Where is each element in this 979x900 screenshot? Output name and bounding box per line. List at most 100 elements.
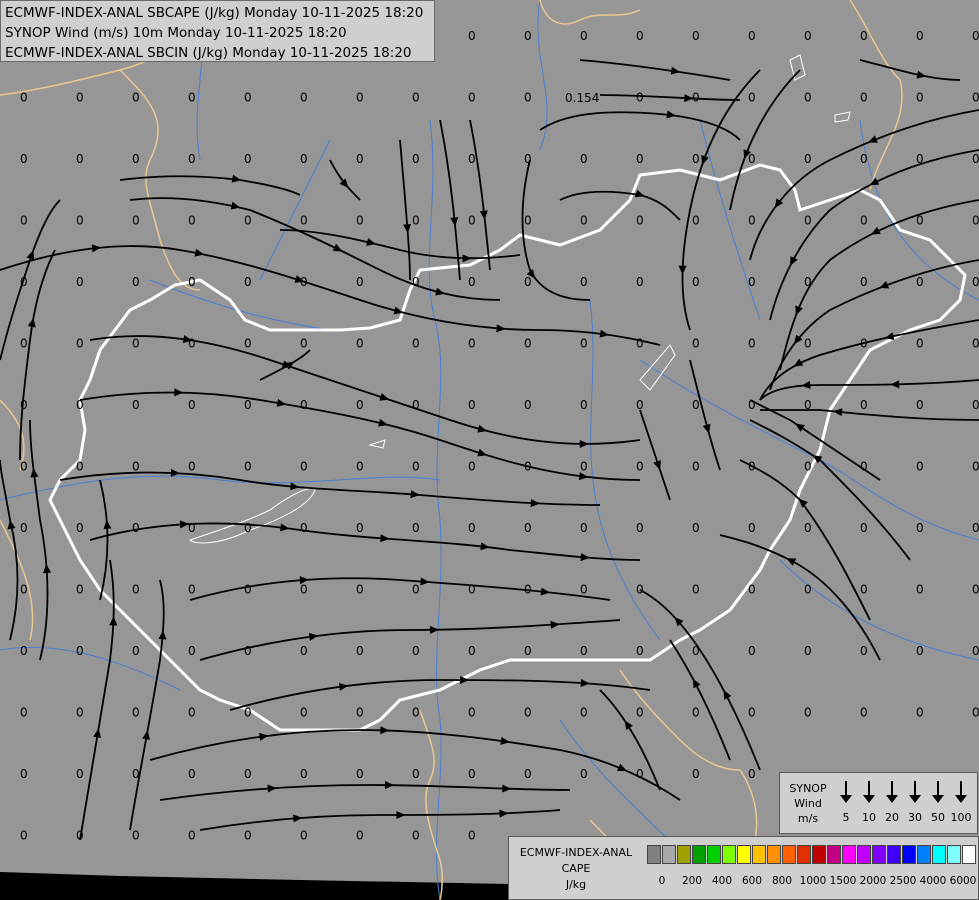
cape-value: 0 xyxy=(20,275,28,289)
cape-color-swatch xyxy=(752,845,766,864)
cape-value: 0 xyxy=(860,91,868,105)
cape-value: 0 xyxy=(580,644,588,658)
wind-legend: SYNOP Wind m/s 5 10 20 30 50 100 xyxy=(779,772,978,834)
cape-value: 0 xyxy=(524,460,532,474)
cape-value: 0 xyxy=(188,583,196,597)
cape-value: 0 xyxy=(860,706,868,720)
cape-value: 0 xyxy=(468,583,476,597)
wind-barb-arrow-icon xyxy=(859,779,879,805)
cape-value: 0 xyxy=(412,152,420,166)
cape-value: 0 xyxy=(300,767,308,781)
cape-value: 0 xyxy=(244,583,252,597)
cape-value: 0 xyxy=(748,29,756,43)
cape-scale-label: 0 xyxy=(658,875,666,887)
cape-value: 0 xyxy=(356,460,364,474)
cape-value: 0 xyxy=(524,337,532,351)
cape-value: 0 xyxy=(412,398,420,412)
title-line-wind: SYNOP Wind (m/s) 10m Monday 10-11-2025 1… xyxy=(5,25,347,41)
title-line-cin: ECMWF-INDEX-ANAL SBCIN (J/kg) Monday 10-… xyxy=(5,45,412,61)
cape-value: 0 xyxy=(76,829,84,843)
cape-color-swatch xyxy=(737,845,751,864)
cape-color-swatch xyxy=(692,845,706,864)
cape-color-swatch xyxy=(947,845,961,864)
cape-value: 0 xyxy=(188,275,196,289)
cape-value: 0 xyxy=(860,337,868,351)
cape-value: 0 xyxy=(748,275,756,289)
cape-value: 0 xyxy=(356,829,364,843)
cape-value: 0 xyxy=(188,398,196,412)
cape-value: 0 xyxy=(916,275,924,289)
cape-value: 0 xyxy=(916,29,924,43)
cape-value: 0 xyxy=(524,152,532,166)
cape-value: 0 xyxy=(636,275,644,289)
cape-value: 0 xyxy=(188,337,196,351)
cape-value: 0 xyxy=(524,29,532,43)
cape-value: 0 xyxy=(972,706,979,720)
cape-color-swatch xyxy=(707,845,721,864)
cape-value: 0 xyxy=(76,337,84,351)
cape-scale-label: 2500 xyxy=(889,875,917,887)
cape-value: 0 xyxy=(468,337,476,351)
cape-value: 0 xyxy=(468,398,476,412)
cape-value: 0 xyxy=(636,583,644,597)
cape-value: 0 xyxy=(132,829,140,843)
cape-value: 0 xyxy=(636,521,644,535)
cape-color-swatch xyxy=(812,845,826,864)
wind-barb-arrow-icon xyxy=(928,779,948,805)
cape-value: 0 xyxy=(468,29,476,43)
cape-value: 0 xyxy=(972,275,979,289)
cape-value: 0 xyxy=(524,91,532,105)
cape-value: 0 xyxy=(524,767,532,781)
cape-value: 0 xyxy=(860,460,868,474)
cape-value: 0 xyxy=(300,521,308,535)
wind-legend-title-line3: m/s xyxy=(797,812,819,825)
cape-value: 0 xyxy=(524,275,532,289)
cape-value: 0 xyxy=(580,398,588,412)
cape-value: 0 xyxy=(748,398,756,412)
cape-value: 0 xyxy=(132,706,140,720)
cape-value: 0 xyxy=(748,214,756,228)
cape-value: 0 xyxy=(804,91,812,105)
title-line-cape: ECMWF-INDEX-ANAL SBCAPE (J/kg) Monday 10… xyxy=(5,5,424,21)
cape-value: 0 xyxy=(244,214,252,228)
cape-value: 0 xyxy=(20,398,28,412)
wind-barb-arrow-icon xyxy=(951,779,971,805)
cape-value: 0 xyxy=(244,829,252,843)
cape-value: 0 xyxy=(356,583,364,597)
cape-value: 0 xyxy=(916,214,924,228)
cape-value: 0 xyxy=(468,706,476,720)
cape-value: 0 xyxy=(748,706,756,720)
cape-value: 0 xyxy=(916,337,924,351)
cape-value: 0 xyxy=(916,521,924,535)
cape-color-scale xyxy=(647,845,977,864)
cape-value: 0 xyxy=(524,398,532,412)
cape-value: 0 xyxy=(860,152,868,166)
cape-value: 0 xyxy=(580,275,588,289)
cape-color-swatch xyxy=(647,845,661,864)
cape-value: 0 xyxy=(244,644,252,658)
wind-legend-title-line1: SYNOP xyxy=(789,782,827,795)
cape-scale-label: 4000 xyxy=(919,875,947,887)
cape-value: 0 xyxy=(412,767,420,781)
cape-value: 0 xyxy=(748,767,756,781)
cape-value: 0 xyxy=(76,460,84,474)
cape-value: 0 xyxy=(972,214,979,228)
cape-value: 0 xyxy=(132,275,140,289)
cape-value: 0 xyxy=(300,829,308,843)
cape-value: 0 xyxy=(636,398,644,412)
cape-value: 0 xyxy=(20,152,28,166)
cape-value: 0 xyxy=(412,644,420,658)
cape-value: 0 xyxy=(748,152,756,166)
cape-value: 0 xyxy=(20,583,28,597)
cape-value: 0 xyxy=(76,91,84,105)
cape-value: 0 xyxy=(636,337,644,351)
cape-value: 0 xyxy=(692,398,700,412)
weather-map[interactable]: 0 0 0 0 0 0 0 0 0 0 0 0 0 0 0 0 0 0 0 0 0 0 0 0 0 0 0 0 0 0 0 0 0 0 0 0 0 0 0 0… xyxy=(0,0,979,900)
cape-value: 0 xyxy=(132,337,140,351)
cape-value: 0 xyxy=(300,460,308,474)
cape-value: 0 xyxy=(412,275,420,289)
cape-value: 0 xyxy=(188,706,196,720)
cape-value: 0 xyxy=(20,91,28,105)
cape-value: 0 xyxy=(356,275,364,289)
cape-value: 0 xyxy=(356,398,364,412)
